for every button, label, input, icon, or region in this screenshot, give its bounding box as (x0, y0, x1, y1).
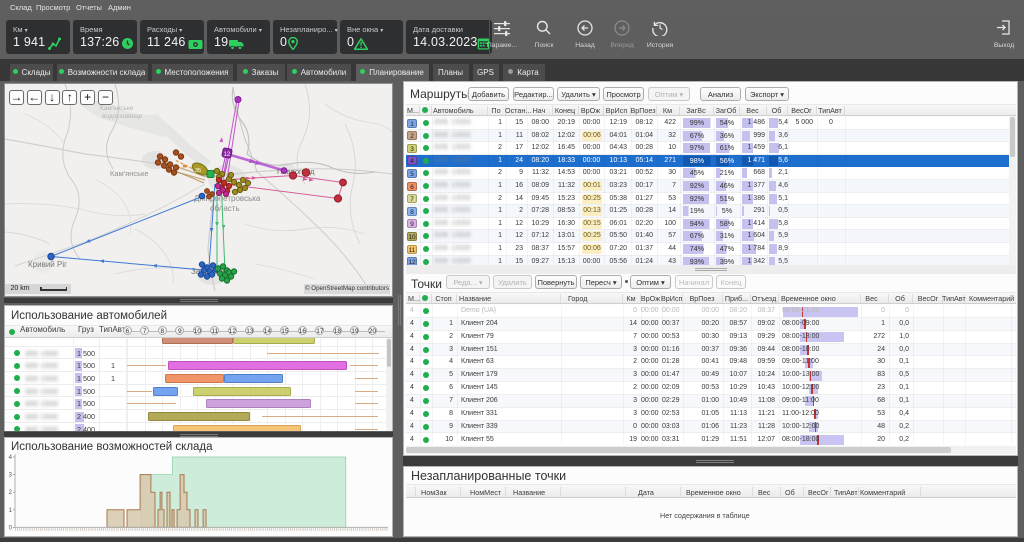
svg-text:3: 3 (9, 473, 13, 479)
svg-text:4: 4 (9, 455, 13, 461)
svg-text:2: 2 (9, 490, 13, 496)
svg-text:35: 35 (195, 168, 201, 174)
svg-text:Кам'янське: Кам'янське (110, 169, 149, 178)
svg-text:область: область (210, 204, 240, 213)
svg-text:Кривий Ріг: Кривий Ріг (28, 260, 67, 269)
svg-text:Кам'янське: Кам'янське (100, 105, 134, 112)
svg-text:12: 12 (224, 152, 231, 158)
svg-text:водосховище: водосховище (102, 113, 143, 120)
svg-text:0: 0 (9, 525, 13, 531)
svg-text:1: 1 (9, 508, 13, 514)
